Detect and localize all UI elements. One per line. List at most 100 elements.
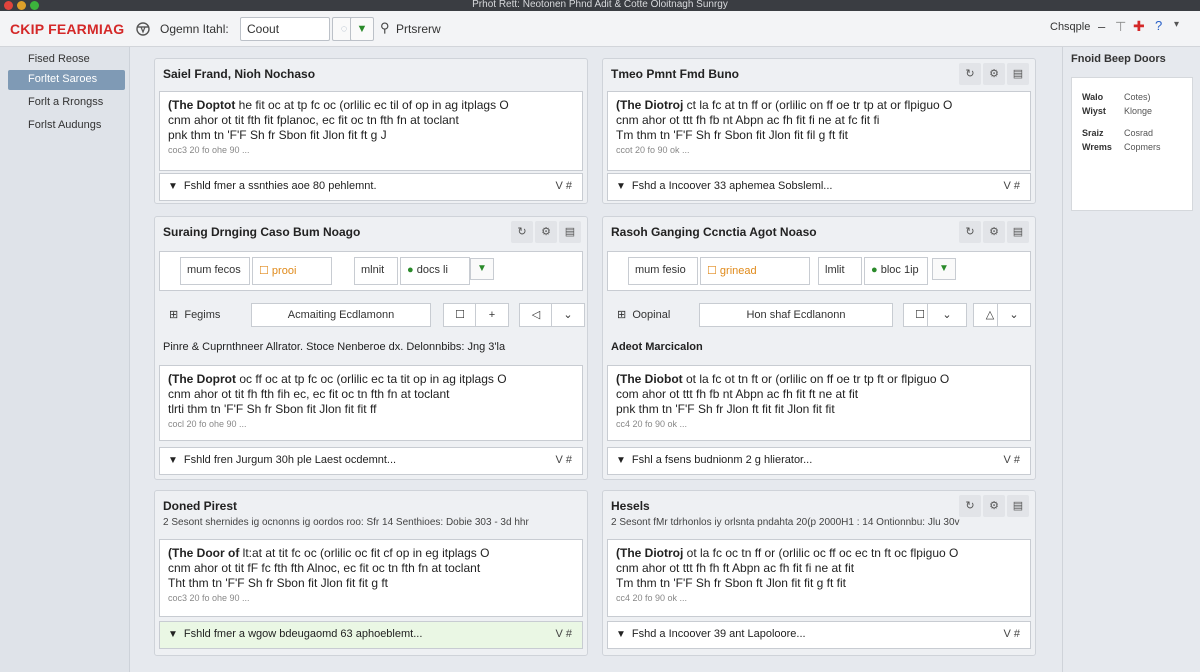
chevron-down-icon[interactable]: ▼: [470, 258, 494, 280]
text-block: (The Diotroj ct la fc at tn ff or (orlil…: [607, 91, 1031, 171]
panel-title: Rasoh Ganging Ccnctia Agot Noaso: [611, 225, 817, 239]
minus-icon[interactable]: –: [1098, 19, 1105, 34]
text-block: (The Doprot oc ff oc at tp fc oc (orlili…: [159, 365, 583, 441]
toolbar: CKIP FEARMIAG Ogemn Itahl: Coout ◌ ▼ ⚲ P…: [0, 11, 1200, 47]
expand-triangle-icon: ▼: [616, 455, 626, 466]
control-field-4[interactable]: ● bloc 1ip: [864, 257, 928, 285]
settings-icon[interactable]: ⚙: [983, 495, 1005, 517]
preview-label[interactable]: Prtsrerw: [396, 22, 441, 36]
print-icon[interactable]: ▤: [1007, 221, 1029, 243]
panel-title: Tmeo Pmnt Fmd Buno: [611, 67, 739, 81]
print-icon[interactable]: ▤: [1007, 63, 1029, 85]
refresh-icon[interactable]: ↻: [511, 221, 533, 243]
panel-2: Suraing Drnging Caso Bum Noago ↻ ⚙ ▤ mum f…: [154, 216, 588, 480]
chevron-down-icon[interactable]: ⌄: [927, 303, 967, 327]
settings-icon[interactable]: ⚙: [535, 221, 557, 243]
send-icon[interactable]: ◁: [519, 303, 553, 327]
expand-triangle-icon: ▼: [616, 181, 626, 192]
section-heading: Pinre & Cuprnthneer Allrator. Stoce Nenb…: [163, 341, 506, 353]
panel-4: Doned Pirest 2 Sesont shernides ig ocnon…: [154, 490, 588, 656]
option-field[interactable]: Acmaiting Ecdlamonn: [251, 303, 431, 327]
option-label: ⊞ Oopinal: [617, 309, 671, 321]
settings-icon[interactable]: ⚙: [983, 221, 1005, 243]
control-row: mum fecos ☐ prooi mlnit ● docs li ▼: [159, 251, 583, 291]
sidebar-item-2[interactable]: Forlt a Rrongss: [8, 93, 125, 113]
expand-row[interactable]: ▼ Fshld fren Jurgum 30h ple Laest ocdemnt…: [159, 447, 583, 475]
panel-actions: ↻ ⚙ ▤: [957, 495, 1029, 517]
panel-actions: ↻ ⚙ ▤: [957, 63, 1029, 85]
panel-meta: 2 Sesont shernides ig ocnonns ig oordos …: [163, 517, 529, 528]
help-icon[interactable]: ?: [1155, 18, 1162, 33]
expand-row[interactable]: ▼ Fshl a fsens budnionm 2 g hlierator... …: [607, 447, 1031, 475]
filter-icon[interactable]: [134, 20, 152, 41]
right-panel: Fnoid Beep Doors Walo Cotes) Wiyst Klonge …: [1062, 47, 1200, 672]
panel-actions: ↻ ⚙ ▤: [509, 221, 581, 243]
print-icon[interactable]: ▤: [559, 221, 581, 243]
sidebar-item-0[interactable]: Fised Reose: [8, 50, 125, 70]
panel-meta: 2 Sesont fMr tdrhonlos iy orlsnta pndaht…: [611, 517, 960, 528]
control-field-3[interactable]: mlnit: [354, 257, 398, 285]
text-block: (The Doptot he fit oc at tp fc oc (orlil…: [159, 91, 583, 171]
filter-label: Ogemn Itahl:: [160, 22, 229, 36]
sidebar-item-3[interactable]: Forlst Audungs: [8, 116, 125, 136]
refresh-icon[interactable]: ↻: [959, 63, 981, 85]
control-field-3[interactable]: lmlit: [818, 257, 862, 285]
section-heading: Adeot Marcicalon: [611, 341, 703, 353]
expand-row[interactable]: ▼ Fshld fmer a ssnthies aoe 80 pehlemnt. …: [159, 173, 583, 201]
right-toolbar-label[interactable]: Chsqple: [1050, 21, 1090, 33]
expand-triangle-icon: ▼: [168, 181, 178, 192]
settings-icon[interactable]: ⚙: [983, 63, 1005, 85]
right-panel-card: Walo Cotes) Wiyst Klonge Sraiz Cosrad Wrems…: [1071, 77, 1193, 211]
panel-title: Saiel Frand, Nioh Nochaso: [163, 67, 316, 81]
panel-actions: ↻ ⚙ ▤: [957, 221, 1029, 243]
sidebar: Fised Reose Forltet Saroes Forlt a Rrong…: [0, 47, 130, 672]
panel-title: Hesels: [611, 499, 650, 513]
control-field-1[interactable]: mum fesio: [628, 257, 698, 285]
panel-1: Tmeo Pmnt Fmd Buno ↻ ⚙ ▤ (The Diotroj ct l…: [602, 58, 1036, 204]
title-bar: Prhot Rett: Neotonen Phnd Adit & Cotte O…: [0, 0, 1200, 11]
expand-row[interactable]: ▼ Fshd a Incoover 33 aphemea Sobsleml... …: [607, 173, 1031, 201]
panel-3: Rasoh Ganging Ccnctia Agot Noaso ↻ ⚙ ▤ mum…: [602, 216, 1036, 480]
right-row: Wrems Copmers: [1082, 142, 1161, 152]
print-icon[interactable]: ▤: [1007, 495, 1029, 517]
control-field-1[interactable]: mum fecos: [180, 257, 250, 285]
control-field-2[interactable]: ☐ prooi: [252, 257, 332, 285]
option-row: ⊞ Fegims Acmaiting Ecdlamonn ☐ + ◁ ⌄: [159, 301, 585, 329]
option-label: ⊞ Fegims: [169, 309, 221, 321]
right-row: Wiyst Klonge: [1082, 106, 1153, 116]
panel-5: Hesels ↻ ⚙ ▤ 2 Sesont fMr tdrhonlos iy orl…: [602, 490, 1036, 656]
plus-alert-icon[interactable]: ✚: [1133, 18, 1145, 35]
sidebar-item-1[interactable]: Forltet Saroes: [8, 70, 125, 90]
combo-input[interactable]: Coout: [240, 17, 330, 41]
funnel-icon[interactable]: ⊤: [1115, 19, 1126, 35]
panel-0: Saiel Frand, Nioh Nochaso (The Doptot he…: [154, 58, 588, 204]
option-field[interactable]: Hon shaf Ecdlanonn: [699, 303, 893, 327]
control-row: mum fesio ☐ grinead lmlit ● bloc 1ip ▼: [607, 251, 1031, 291]
expand-row[interactable]: ▼ Fshd a Incoover 39 ant Lapoloore... V #: [607, 621, 1031, 649]
refresh-icon[interactable]: ↻: [959, 221, 981, 243]
app-brand: CKIP FEARMIAG: [10, 21, 125, 37]
chevron-down-icon[interactable]: ▼: [350, 17, 374, 41]
expand-triangle-icon: ▼: [616, 629, 626, 640]
right-row: Walo Cotes): [1082, 92, 1151, 102]
chevron-down-icon[interactable]: ⌄: [997, 303, 1031, 327]
text-block: (The Door of lt:at at tit fc oc (orlilic…: [159, 539, 583, 617]
move-icon[interactable]: +: [475, 303, 509, 327]
panel-title: Suraing Drnging Caso Bum Noago: [163, 225, 361, 239]
menu-chevron-icon[interactable]: ▾: [1174, 19, 1179, 30]
text-block: (The Diotroj ot la fc oc tn ff or (orlil…: [607, 539, 1031, 617]
expand-row[interactable]: ▼ Fshld fmer a wgow bdeugaomd 63 aphoeble…: [159, 621, 583, 649]
control-field-4[interactable]: ● docs li: [400, 257, 470, 285]
chevron-down-icon[interactable]: ⌄: [551, 303, 585, 327]
checkbox-icon[interactable]: ☐: [443, 303, 477, 327]
window-title: Prhot Rett: Neotonen Phnd Adit & Cotte O…: [472, 0, 728, 10]
right-row: Sraiz Cosrad: [1082, 128, 1154, 138]
preview-icon[interactable]: ⚲: [380, 20, 390, 36]
right-panel-title: Fnoid Beep Doors: [1071, 53, 1166, 65]
chevron-down-icon[interactable]: ▼: [932, 258, 956, 280]
refresh-icon[interactable]: ↻: [959, 495, 981, 517]
text-block: (The Diobot ot la fc ot tn ft or (orlili…: [607, 365, 1031, 441]
expand-triangle-icon: ▼: [168, 629, 178, 640]
control-field-2[interactable]: ☐ grinead: [700, 257, 810, 285]
panel-title: Doned Pirest: [163, 499, 238, 513]
